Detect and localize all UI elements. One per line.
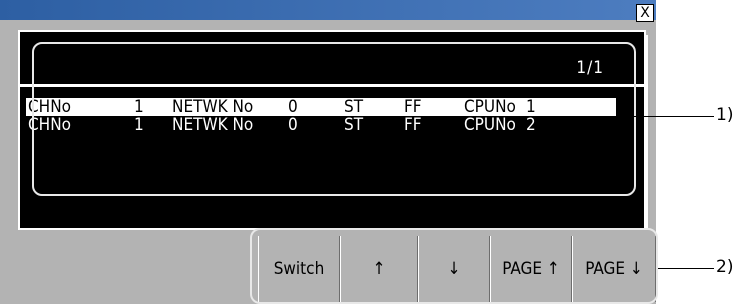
callout-leader-2 [658,268,714,269]
close-button[interactable]: X [636,4,654,22]
callout-label-2: 2) [716,257,733,277]
scrollbar[interactable] [645,35,648,230]
callout-label-1: 1) [716,105,733,125]
network-list-panel: 1/1 CHNo 1 NETWK No 0 ST FF CPUNo 1 CHNo… [18,30,646,230]
title-bar [0,0,656,20]
button-highlight-frame [250,228,658,304]
list-highlight-frame [32,42,636,196]
callout-leader-1 [614,116,714,117]
network-info-dialog: X 1/1 CHNo 1 NETWK No 0 ST FF CPUNo 1 CH… [0,0,658,304]
